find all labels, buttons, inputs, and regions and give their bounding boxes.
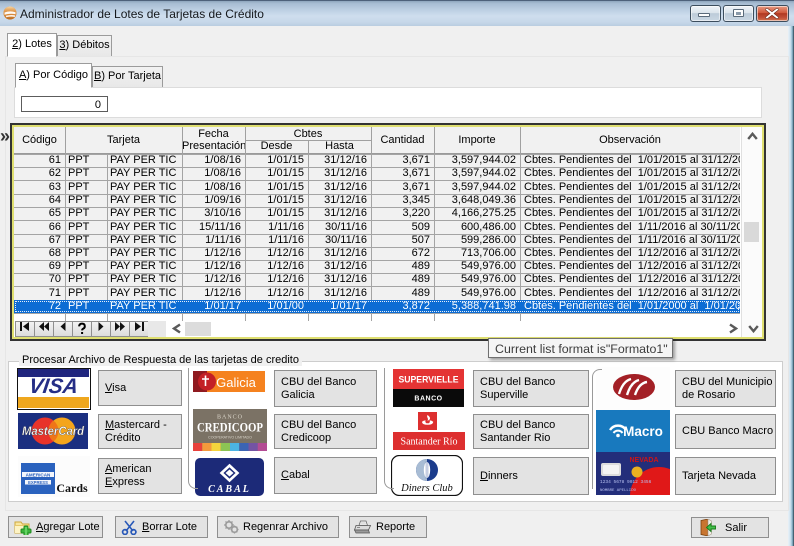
svg-text:Macro: Macro <box>623 424 663 439</box>
svg-text:AMERICAN: AMERICAN <box>26 473 51 478</box>
svg-text:CABAL: CABAL <box>208 484 251 495</box>
svg-text:EXPRESS: EXPRESS <box>28 480 48 485</box>
svg-text:SUPERVIELLE: SUPERVIELLE <box>399 375 459 386</box>
svg-text:BANCO: BANCO <box>414 396 442 403</box>
svg-text:MasterCard: MasterCard <box>22 424 85 438</box>
svg-text:Santander Río: Santander Río <box>401 437 458 448</box>
svg-text:Cards: Cards <box>56 481 88 495</box>
svg-text:Galicia: Galicia <box>216 375 257 390</box>
svg-text:1234 5678 9012 3456: 1234 5678 9012 3456 <box>600 479 652 485</box>
svg-text:Diners Club: Diners Club <box>400 483 453 494</box>
svg-text:COOPERATIVO LIMITADO: COOPERATIVO LIMITADO <box>208 436 252 440</box>
svg-text:CREDICOOP: CREDICOOP <box>197 421 263 435</box>
svg-text:NOMBRE APELLIDO: NOMBRE APELLIDO <box>600 489 637 493</box>
svg-text:NEVADA: NEVADA <box>629 457 658 464</box>
